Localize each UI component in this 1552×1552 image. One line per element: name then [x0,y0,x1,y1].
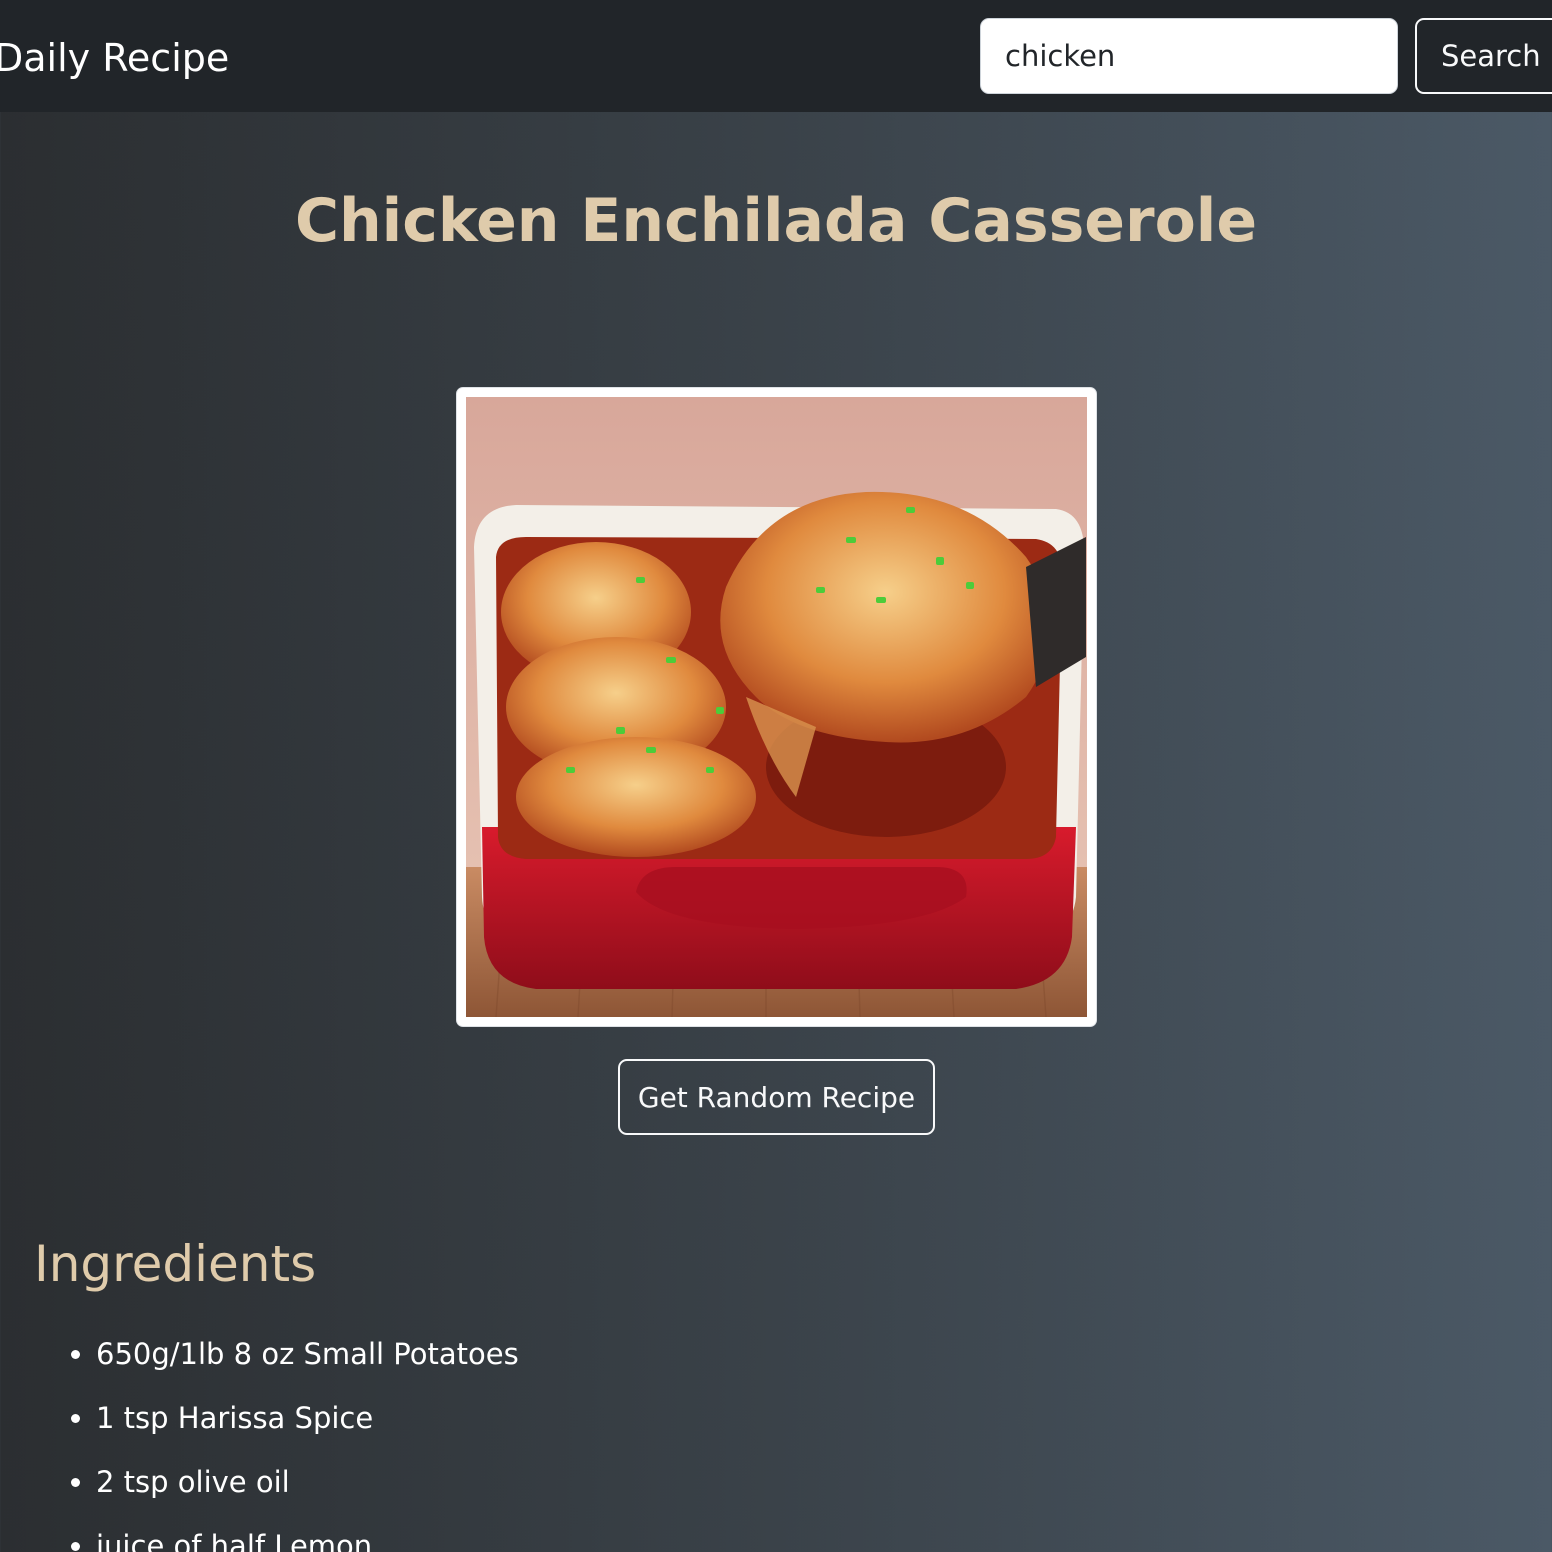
ingredient-item: 2 tsp olive oil [96,1450,519,1514]
ingredient-item: 1 tsp Harissa Spice [96,1386,519,1450]
recipe-image-frame [456,387,1097,1027]
random-recipe-button[interactable]: Get Random Recipe [618,1059,935,1135]
search-input[interactable] [980,18,1398,94]
navbar: Daily Recipe Search [0,0,1552,112]
search-button[interactable]: Search [1415,18,1552,94]
ingredient-item: 650g/1lb 8 oz Small Potatoes [96,1322,519,1386]
recipe-photo [466,397,1087,1017]
ingredients-list: 650g/1lb 8 oz Small Potatoes 1 tsp Haris… [0,1322,519,1552]
ingredient-item: juice of half Lemon [96,1514,519,1552]
brand-logo[interactable]: Daily Recipe [0,32,229,84]
ingredients-heading: Ingredients [34,1235,317,1293]
recipe-title: Chicken Enchilada Casserole [294,186,1258,256]
